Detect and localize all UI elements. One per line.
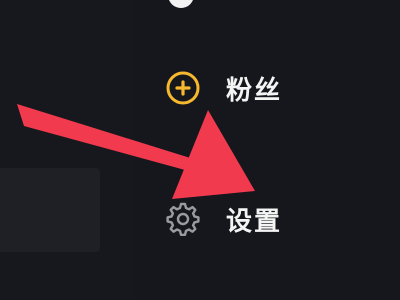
menu-item-label: 设置: [226, 206, 283, 237]
menu-item-settings[interactable]: 设置: [163, 197, 393, 241]
gear-icon: [163, 199, 203, 239]
left-panel: [0, 0, 135, 300]
menu-item-fans[interactable]: 粉丝: [163, 66, 393, 110]
fans-plus-icon: [163, 68, 203, 108]
menu-item-label: 粉丝: [226, 75, 283, 106]
content-card: [0, 168, 100, 252]
side-menu: [135, 0, 400, 300]
